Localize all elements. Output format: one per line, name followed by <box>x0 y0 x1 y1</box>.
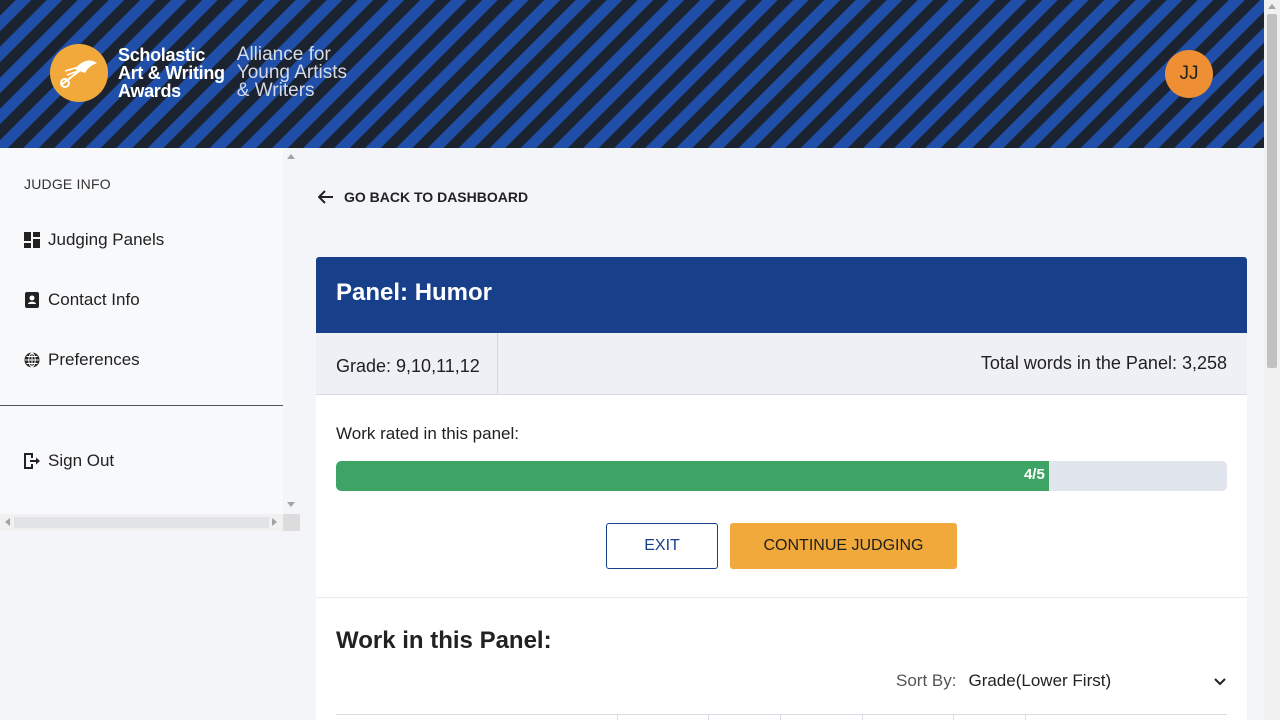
table-column-divider <box>780 715 781 720</box>
table-column-divider <box>1025 715 1026 720</box>
logo-title: Scholastic Art & Writing Awards <box>118 46 225 100</box>
sidebar-item-label: Sign Out <box>48 451 115 470</box>
work-table-header <box>336 714 1227 720</box>
scholastic-logo[interactable]: Scholastic Art & Writing Awards Alliance… <box>50 44 347 102</box>
panel-title: Panel: Humor <box>316 257 1247 333</box>
logo-subtitle: Alliance for Young Artists & Writers <box>236 45 347 101</box>
logo-title-line: Awards <box>118 81 181 101</box>
section-divider <box>316 597 1247 598</box>
page-scrollbar-thumb[interactable] <box>1267 14 1277 368</box>
sidebar-item-label: Preferences <box>48 350 140 369</box>
sidebar-item-sign-out[interactable]: Sign Out <box>24 451 114 471</box>
continue-judging-button[interactable]: CONTINUE JUDGING <box>730 523 957 569</box>
rating-progress-bar: 4/5 <box>336 461 1227 491</box>
scroll-right-arrow-icon[interactable] <box>272 518 277 526</box>
globe-icon <box>24 352 40 368</box>
header-banner: Scholastic Art & Writing Awards Alliance… <box>0 0 1264 148</box>
sort-select-value: Grade(Lower First) <box>968 671 1112 690</box>
work-section-title: Work in this Panel: <box>336 627 552 654</box>
table-column-divider <box>708 715 709 720</box>
scrollbar-corner <box>283 514 300 531</box>
work-rated-label: Work rated in this panel: <box>336 424 519 443</box>
table-column-divider <box>862 715 863 720</box>
scroll-left-arrow-icon[interactable] <box>5 518 10 526</box>
sidebar-item-preferences[interactable]: Preferences <box>24 350 140 370</box>
arrow-left-icon <box>318 190 334 204</box>
back-to-dashboard-link[interactable]: GO BACK TO DASHBOARD <box>318 189 528 205</box>
panel-total-words: Total words in the Panel: 3,258 <box>980 353 1227 373</box>
sort-label: Sort By: <box>896 671 957 690</box>
sign-out-icon <box>24 453 40 469</box>
scroll-down-arrow-icon[interactable] <box>287 502 295 507</box>
panel-meta: Grade: 9,10,11,12 Total words in the Pan… <box>316 333 1247 395</box>
sort-select[interactable]: Grade(Lower First) <box>968 671 1227 691</box>
contact-card-icon <box>24 292 40 308</box>
sidebar-item-label: Contact Info <box>48 290 140 309</box>
sidebar-item-contact-info[interactable]: Contact Info <box>24 290 140 310</box>
sidebar-vertical-scrollbar[interactable] <box>283 148 300 514</box>
sidebar-item-judging-panels[interactable]: Judging Panels <box>24 230 164 250</box>
progress-text: 4/5 <box>1023 466 1045 483</box>
logo-title-line: Scholastic <box>118 45 206 65</box>
sort-control: Sort By: Grade(Lower First) <box>896 671 1227 691</box>
sidebar-heading: JUDGE INFO <box>24 176 111 192</box>
page-scrollbar[interactable] <box>1264 0 1280 720</box>
logo-emblem-icon <box>50 44 108 102</box>
scroll-up-arrow-icon[interactable] <box>287 154 295 159</box>
exit-button[interactable]: EXIT <box>606 523 718 569</box>
progress-fill: 4/5 <box>336 461 1049 491</box>
sidebar-item-label: Judging Panels <box>48 230 165 249</box>
sidebar-divider <box>0 405 283 406</box>
logo-title-line: Art & Writing <box>118 63 225 83</box>
back-link-label: GO BACK TO DASHBOARD <box>344 189 529 205</box>
logo-sub-line: & Writers <box>236 80 315 101</box>
table-column-divider <box>953 715 954 720</box>
horizontal-scrollbar-thumb[interactable] <box>14 517 269 528</box>
user-avatar[interactable]: JJ <box>1165 50 1213 98</box>
panel-card: Panel: Humor Grade: 9,10,11,12 Total wor… <box>316 257 1247 720</box>
sidebar-nav: JUDGE INFO Judging Panels Contact Info P… <box>0 148 283 514</box>
scroll-up-arrow-icon[interactable] <box>1268 4 1276 9</box>
dashboard-icon <box>24 232 40 248</box>
sidebar-horizontal-scrollbar[interactable] <box>0 514 283 531</box>
table-column-divider <box>617 715 618 720</box>
sidebar: JUDGE INFO Judging Panels Contact Info P… <box>0 148 300 720</box>
panel-grade: Grade: 9,10,11,12 <box>316 333 498 394</box>
chevron-down-icon <box>1214 671 1227 691</box>
